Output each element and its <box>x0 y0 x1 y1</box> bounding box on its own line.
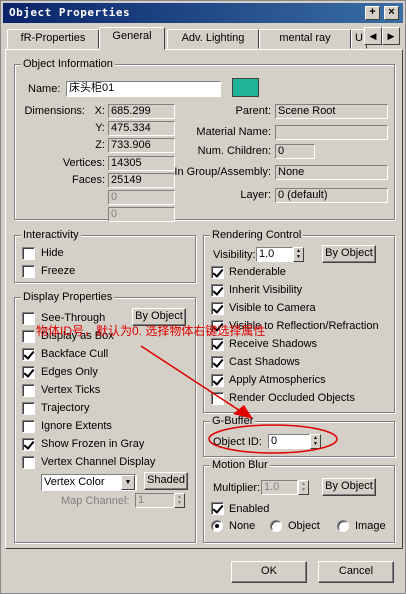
annotation-arrow-icon <box>140 345 252 419</box>
annotation-ellipse-icon <box>208 424 338 454</box>
annotation-arrowhead-icon <box>233 405 253 419</box>
object-properties-dialog: Object Properties + × fR-Properties Gene… <box>0 0 406 594</box>
tab-general[interactable]: General <box>99 27 165 50</box>
annotation-overlay <box>140 345 338 454</box>
